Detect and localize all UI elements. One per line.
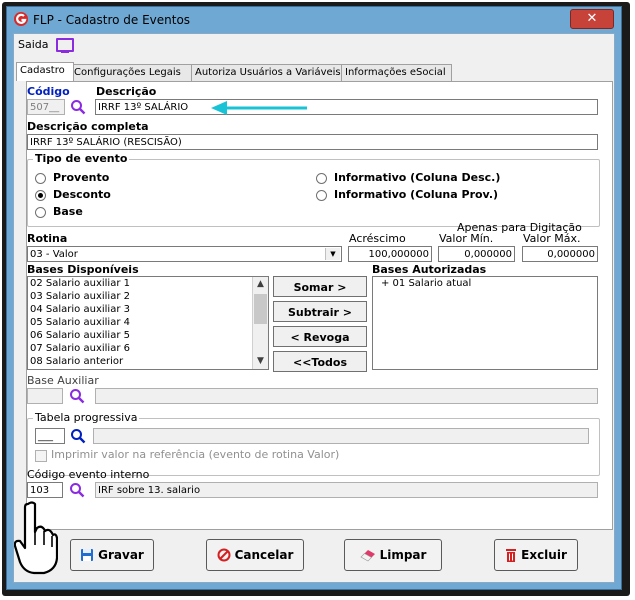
radio-provento[interactable] bbox=[35, 173, 46, 184]
tabela-progressiva-input[interactable]: ___ bbox=[35, 428, 65, 444]
codigo-label: Código bbox=[27, 85, 70, 98]
descricao-label: Descrição bbox=[96, 85, 157, 98]
bases-disponiveis-list[interactable]: 02 Salario auxiliar 1 03 Salario auxilia… bbox=[27, 276, 269, 370]
todos-button[interactable]: <<Todos bbox=[273, 351, 367, 372]
search-icon[interactable] bbox=[70, 99, 86, 115]
search-icon[interactable] bbox=[70, 428, 86, 444]
list-item[interactable]: 08 Salario anterior bbox=[28, 355, 268, 368]
tab-autoriza-usuarios[interactable]: Autoriza Usuários a Variáveis bbox=[191, 64, 346, 81]
revoga-button[interactable]: < Revoga bbox=[273, 326, 367, 347]
codigo-interno-label: Código evento interno bbox=[27, 468, 150, 481]
monitor-icon[interactable] bbox=[56, 38, 74, 53]
descricao-input[interactable]: IRRF 13º SALÁRIO bbox=[95, 99, 598, 115]
scroll-thumb[interactable] bbox=[254, 294, 267, 324]
valor-max-label: Valor Máx. bbox=[523, 232, 581, 245]
bases-disponiveis-label: Bases Disponíveis bbox=[27, 263, 139, 276]
acrescimo-input[interactable]: 100,000000 bbox=[348, 246, 432, 262]
menu-saida[interactable]: Saida bbox=[18, 38, 49, 51]
search-icon[interactable] bbox=[69, 388, 85, 404]
imprimir-checkbox[interactable] bbox=[35, 450, 47, 462]
codigo-input[interactable]: 507__ bbox=[27, 99, 65, 115]
chevron-down-icon[interactable]: ▼ bbox=[325, 248, 340, 260]
list-item[interactable]: 04 Salario auxiliar 3 bbox=[28, 303, 268, 316]
tabela-progressiva-description bbox=[93, 428, 589, 444]
list-item[interactable]: 07 Salario auxiliar 6 bbox=[28, 342, 268, 355]
base-label: Base bbox=[53, 205, 83, 218]
radio-informativo-prov[interactable] bbox=[316, 190, 327, 201]
desconto-label: Desconto bbox=[53, 188, 111, 201]
cancel-icon bbox=[217, 548, 231, 562]
close-button[interactable]: ✕ bbox=[570, 9, 614, 29]
valor-min-input[interactable]: 0,000000 bbox=[438, 246, 515, 262]
eraser-icon bbox=[360, 550, 375, 562]
list-item[interactable]: 03 Salario auxiliar 2 bbox=[28, 290, 268, 303]
scrollbar[interactable]: ▲ ▼ bbox=[252, 277, 268, 369]
base-auxiliar-code-input[interactable] bbox=[27, 388, 63, 404]
floppy-disk-icon bbox=[81, 549, 94, 561]
excluir-button[interactable]: Excluir bbox=[494, 539, 578, 571]
client-area: Saida Cadastro Configurações Legais Auto… bbox=[13, 33, 615, 583]
tipo-evento-label: Tipo de evento bbox=[33, 152, 130, 165]
rotina-select[interactable]: 03 - Valor ▼ bbox=[27, 246, 342, 262]
rotina-value: 03 - Valor bbox=[30, 249, 78, 260]
scroll-down-icon[interactable]: ▼ bbox=[253, 354, 268, 369]
list-item[interactable]: 06 Salario auxiliar 5 bbox=[28, 329, 268, 342]
radio-base[interactable] bbox=[35, 207, 46, 218]
provento-label: Provento bbox=[53, 171, 110, 184]
gravar-label: Gravar bbox=[98, 548, 144, 562]
list-item[interactable]: 05 Salario auxiliar 4 bbox=[28, 316, 268, 329]
base-auxiliar-description-input bbox=[95, 388, 598, 404]
codigo-interno-input[interactable]: 103 bbox=[27, 482, 63, 498]
cancelar-label: Cancelar bbox=[234, 548, 294, 562]
bases-autorizadas-list[interactable]: + 01 Salario atual bbox=[372, 276, 598, 370]
valor-min-label: Valor Mín. bbox=[439, 232, 494, 245]
list-item[interactable]: + 01 Salario atual bbox=[373, 277, 597, 290]
gravar-button[interactable]: Gravar bbox=[70, 539, 154, 571]
descricao-completa-label: Descrição completa bbox=[27, 120, 149, 133]
app-window: FLP - Cadastro de Eventos ✕ Saida Cadast… bbox=[6, 6, 622, 590]
imprimir-label: Imprimir valor na referência (evento de … bbox=[51, 448, 340, 461]
tab-cadastro[interactable]: Cadastro bbox=[16, 62, 74, 81]
subtrair-button[interactable]: Subtrair > bbox=[273, 301, 367, 322]
tabela-progressiva-label: Tabela progressiva bbox=[33, 411, 140, 424]
valor-max-input[interactable]: 0,000000 bbox=[522, 246, 598, 262]
bases-autorizadas-label: Bases Autorizadas bbox=[372, 263, 487, 276]
search-icon[interactable] bbox=[69, 482, 85, 498]
radio-desconto[interactable] bbox=[35, 190, 46, 201]
descricao-completa-input[interactable]: IRRF 13º SALÁRIO (RESCISÃO) bbox=[27, 134, 598, 150]
limpar-label: Limpar bbox=[379, 548, 427, 562]
acrescimo-label: Acréscimo bbox=[349, 232, 406, 245]
cancelar-button[interactable]: Cancelar bbox=[206, 539, 304, 571]
cadastro-panel: Código 507__ Descrição IRRF 13º SALÁRIO … bbox=[26, 81, 613, 530]
tab-informacoes-esocial[interactable]: Informações eSocial bbox=[341, 64, 452, 81]
base-auxiliar-label: Base Auxiliar bbox=[27, 374, 99, 387]
excluir-label: Excluir bbox=[521, 548, 567, 562]
scroll-up-icon[interactable]: ▲ bbox=[253, 277, 268, 292]
informativo-prov-label: Informativo (Coluna Prov.) bbox=[334, 188, 499, 201]
tipo-evento-group bbox=[27, 159, 600, 227]
limpar-button[interactable]: Limpar bbox=[344, 539, 442, 571]
g-logo-icon bbox=[14, 12, 28, 26]
title-bar[interactable]: FLP - Cadastro de Eventos ✕ bbox=[7, 7, 621, 33]
somar-button[interactable]: Somar > bbox=[273, 276, 367, 297]
window-title: FLP - Cadastro de Eventos bbox=[33, 13, 191, 27]
arrow-pointer-icon bbox=[211, 101, 307, 115]
trash-icon bbox=[506, 549, 517, 562]
rotina-label: Rotina bbox=[27, 232, 68, 245]
codigo-interno-description: IRF sobre 13. salario bbox=[95, 482, 598, 498]
radio-informativo-desc[interactable] bbox=[316, 173, 327, 184]
tab-configuracoes-legais[interactable]: Configurações Legais bbox=[70, 64, 196, 81]
informativo-desc-label: Informativo (Coluna Desc.) bbox=[334, 171, 501, 184]
hand-cursor-icon bbox=[14, 501, 58, 575]
list-item[interactable]: 02 Salario auxiliar 1 bbox=[28, 277, 268, 290]
